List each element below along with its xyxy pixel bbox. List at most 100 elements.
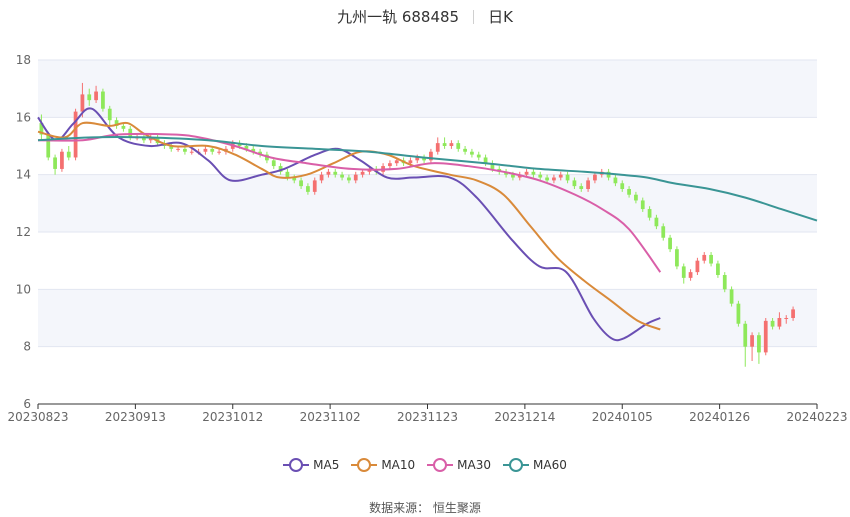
candle-body [593,174,597,181]
candle-body [189,151,194,153]
candle-body [675,249,679,267]
candle-body [46,134,51,158]
candle-body [511,174,515,178]
candle-body [538,174,543,178]
legend-item-ma30[interactable]: MA30 [427,458,491,472]
candle-body [326,171,331,175]
legend: MA5 MA10 MA30 MA60 [0,458,850,475]
candle-body [668,237,672,250]
candle-body [66,151,71,158]
plot-band [38,174,817,232]
legend-item-ma60[interactable]: MA60 [503,458,567,472]
x-tick-label: 20230913 [105,410,166,424]
candle-body [408,160,413,164]
data-source: 数据来源： 恒生聚源 [369,501,481,515]
candle-body [709,254,713,264]
legend-marker-icon [283,458,310,472]
candle-body [53,157,57,169]
candlestick-chart: 6 8 10 12 14 16 18 20230823 20230913 20231012 2023… [7,53,847,424]
legend-marker-icon [351,458,378,472]
candle [39,114,44,141]
y-tick-label: 16 [16,110,31,124]
candle-body [319,174,324,181]
candle-body [552,177,556,181]
y-tick-label: 18 [16,53,31,67]
candle-body [210,148,215,152]
candle-body [476,154,481,158]
legend-label: MA10 [381,458,416,472]
plot-band [38,60,817,118]
candle-body [107,108,112,121]
candle-body [572,180,577,187]
candle-body [784,318,789,319]
candle [681,263,686,284]
x-tick-label: 20231102 [300,410,361,424]
candle-body [531,171,536,175]
candle [121,123,126,132]
candle-body [634,194,638,201]
candle-body [442,143,447,146]
plot-band [38,289,817,347]
legend-item-ma10[interactable]: MA10 [351,458,415,472]
candle-body [763,320,768,353]
candle-body [203,148,208,152]
candle [442,137,447,149]
candle [169,143,174,152]
x-tick-label: 20240223 [786,410,847,424]
y-tick-label: 8 [23,340,31,354]
candle-body [736,303,741,324]
candle-body [791,309,795,318]
candle-body [435,143,440,152]
candle [763,318,768,356]
candle-body [312,180,317,192]
candle-body [688,272,693,278]
candle-body [388,163,392,167]
candle-body [94,91,98,101]
candle-body [545,177,549,181]
candle-body [333,171,338,175]
candle [53,154,57,175]
candle [463,146,467,155]
candle-body [463,148,467,152]
candle [429,148,433,164]
candle [722,272,727,293]
x-tick-label: 20230823 [7,410,68,424]
candle-body [586,180,590,189]
candle-body [722,275,727,290]
candle-body [757,335,761,353]
candle [750,332,754,361]
candle [743,320,748,367]
candle-body [565,174,570,181]
candle [695,257,700,275]
candle-body [176,148,180,150]
candle [736,300,741,327]
candle-body [271,160,276,167]
candle [716,260,720,278]
candle [66,146,71,161]
y-tick-label: 12 [16,225,31,239]
candle-body [661,226,666,238]
candle-body [101,91,105,109]
candle-body [360,171,365,175]
candle-body [729,289,734,304]
legend-label: MA5 [313,458,340,472]
candle [702,252,707,264]
candle [688,269,693,281]
candle-body [613,177,618,184]
candle [675,246,679,270]
candle [142,134,146,144]
legend-marker-icon [427,458,454,472]
candle-body [60,151,64,169]
candle [388,160,392,169]
y-tick-label: 6 [23,397,31,411]
candle-body [702,254,707,261]
candle-body [285,171,290,178]
x-tick-label: 20231214 [494,410,555,424]
legend-item-ma5[interactable]: MA5 [283,458,339,472]
candle-body [620,183,625,189]
candle [729,286,734,307]
candle-body [524,171,529,175]
candle-body [640,200,645,210]
candle [456,140,461,152]
candle [757,332,761,364]
